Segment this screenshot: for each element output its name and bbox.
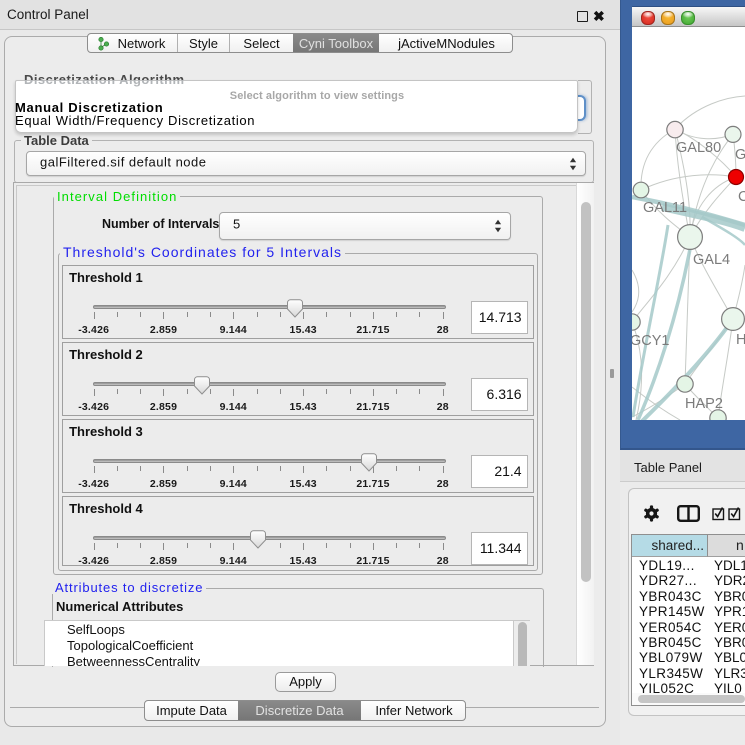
svg-text:H: H bbox=[736, 332, 745, 348]
svg-text:GCY1: GCY1 bbox=[632, 333, 670, 349]
svg-text:GAL11: GAL11 bbox=[643, 200, 687, 216]
svg-text:C: C bbox=[738, 189, 745, 205]
svg-text:GAL80: GAL80 bbox=[676, 140, 721, 156]
svg-text:G.: G. bbox=[735, 147, 745, 163]
svg-text:HAP2: HAP2 bbox=[685, 396, 723, 412]
svg-text:GAL4: GAL4 bbox=[693, 252, 730, 268]
